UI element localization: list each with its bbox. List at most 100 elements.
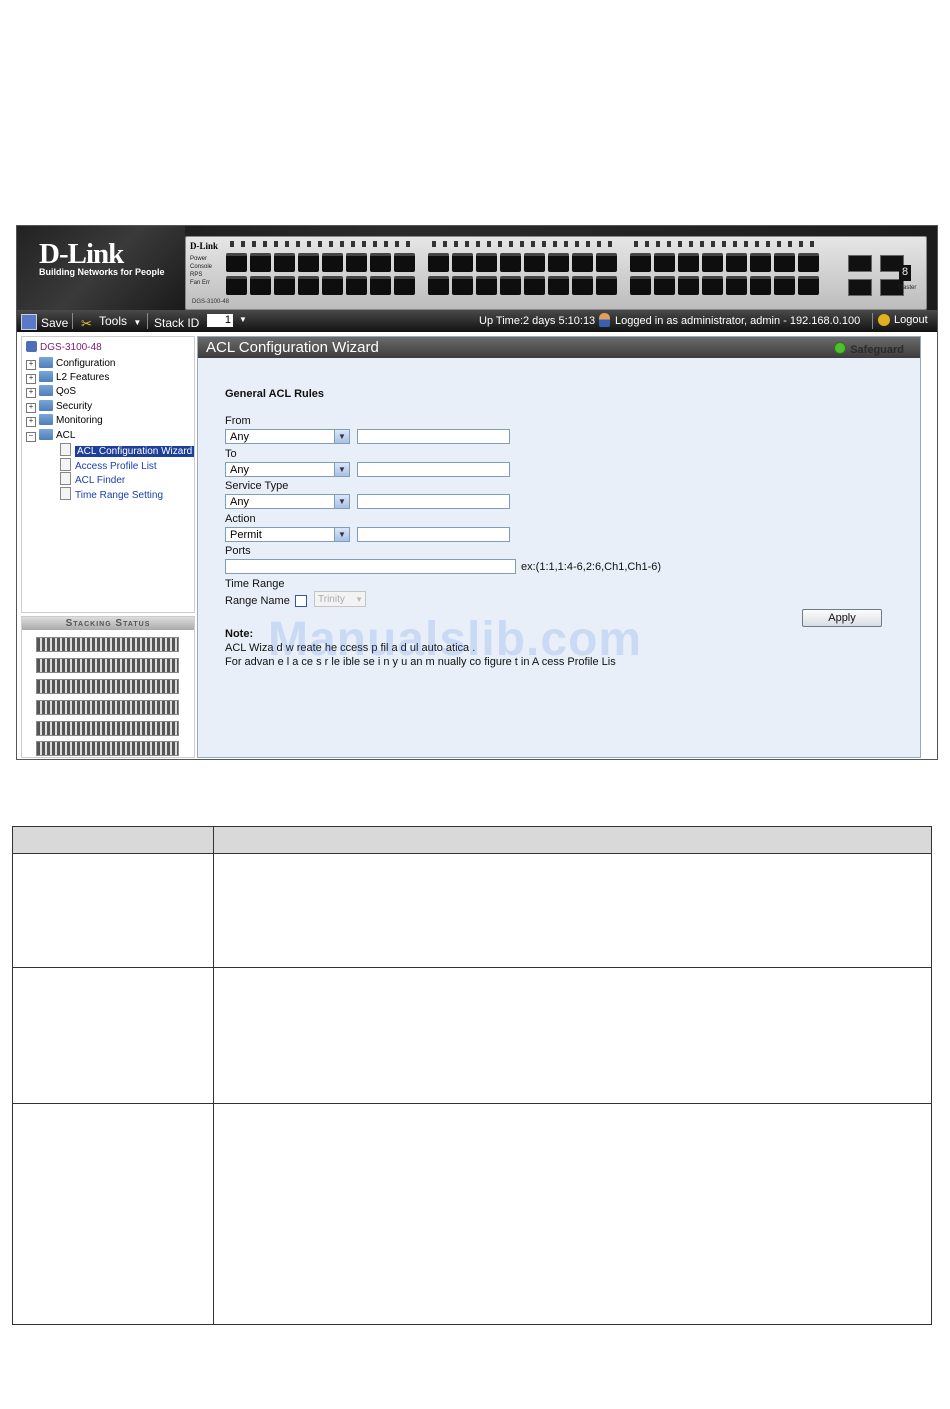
tree-folder-qos[interactable]: + QoS [26,385,76,398]
ethernet-port[interactable] [726,276,747,295]
service-type-input[interactable] [357,494,510,509]
stack-unit[interactable] [36,741,179,756]
expand-icon[interactable]: + [26,388,36,398]
ethernet-port[interactable] [370,253,391,272]
ethernet-port[interactable] [346,276,367,295]
action-input[interactable] [357,527,510,542]
ethernet-port[interactable] [654,276,675,295]
service-type-select[interactable]: Any ▼ [225,494,350,509]
ethernet-port[interactable] [678,253,699,272]
ports-input[interactable] [225,559,516,574]
chevron-down-icon[interactable]: ▼ [239,315,247,324]
tree-folder-monitoring[interactable]: + Monitoring [26,414,103,427]
tree-folder-l2-features[interactable]: + L2 Features [26,371,109,384]
ethernet-port[interactable] [226,253,247,272]
tree-item-acl-configuration-wizard[interactable]: ACL Configuration Wizard [60,443,195,457]
ethernet-port[interactable] [702,276,723,295]
range-name-select[interactable]: Trinity ▼ [314,591,366,607]
ethernet-port[interactable] [428,276,449,295]
ethernet-port[interactable] [274,276,295,295]
ethernet-port[interactable] [346,253,367,272]
expand-icon[interactable]: + [26,374,36,384]
ethernet-port[interactable] [370,276,391,295]
ethernet-port[interactable] [774,253,795,272]
ethernet-port[interactable] [250,276,271,295]
from-select[interactable]: Any ▼ [225,429,350,444]
ethernet-port[interactable] [322,253,343,272]
logout-button[interactable]: Logout [878,314,928,326]
save-button[interactable]: Save [21,314,68,330]
ethernet-port[interactable] [702,253,723,272]
ethernet-port[interactable] [798,276,819,295]
ethernet-port[interactable] [596,276,617,295]
to-input[interactable] [357,462,510,477]
chevron-down-icon[interactable]: ▼ [334,430,349,443]
to-select[interactable]: Any ▼ [225,462,350,477]
tree-folder-acl[interactable]: − ACL [26,429,75,442]
from-input[interactable] [357,429,510,444]
chevron-down-icon[interactable]: ▼ [334,495,349,508]
ethernet-port[interactable] [250,253,271,272]
ethernet-port[interactable] [394,276,415,295]
tree-item-label: ACL Configuration Wizard [75,446,195,457]
sfp-port-46[interactable] [848,279,872,296]
stack-id-select[interactable]: 1 [207,314,233,327]
ethernet-port[interactable] [630,253,651,272]
stack-unit[interactable] [36,721,179,736]
ethernet-port[interactable] [548,276,569,295]
ethernet-port[interactable] [524,253,545,272]
sfp-port-45[interactable] [848,255,872,272]
apply-button[interactable]: Apply [802,609,882,627]
tools-menu[interactable]: ✂ Tools ▼ [81,314,141,331]
tree-item-time-range-setting[interactable]: Time Range Setting [60,487,163,501]
ethernet-port[interactable] [322,276,343,295]
ethernet-port[interactable] [654,253,675,272]
device-front-panel[interactable]: D-Link Power Console RPS Fan Err DGS-310… [185,236,927,310]
ethernet-port[interactable] [572,276,593,295]
ethernet-port[interactable] [630,276,651,295]
stack-unit[interactable] [36,658,179,673]
expand-icon[interactable]: + [26,403,36,413]
chevron-down-icon[interactable]: ▼ [334,463,349,476]
stack-unit[interactable] [36,679,179,694]
tree-item-access-profile-list[interactable]: Access Profile List [60,458,157,472]
ethernet-port[interactable] [394,253,415,272]
ethernet-port[interactable] [798,253,819,272]
port-group-33-48[interactable] [630,253,819,295]
tree-root-device[interactable]: DGS-3100-48 [26,341,102,353]
ethernet-port[interactable] [678,276,699,295]
ethernet-port[interactable] [750,253,771,272]
tree-item-acl-finder[interactable]: ACL Finder [60,472,125,486]
ethernet-port[interactable] [428,253,449,272]
ethernet-port[interactable] [298,276,319,295]
tree-folder-security[interactable]: + Security [26,400,92,413]
ethernet-port[interactable] [750,276,771,295]
ethernet-port[interactable] [452,276,473,295]
safeguard-indicator[interactable]: Safeguard [834,340,904,361]
ethernet-port[interactable] [726,253,747,272]
ethernet-port[interactable] [476,276,497,295]
ethernet-port[interactable] [774,276,795,295]
action-select[interactable]: Permit ▼ [225,527,350,542]
ethernet-port[interactable] [452,253,473,272]
ethernet-port[interactable] [476,253,497,272]
ethernet-port[interactable] [274,253,295,272]
collapse-icon[interactable]: − [26,432,36,442]
expand-icon[interactable]: + [26,417,36,427]
ethernet-port[interactable] [548,253,569,272]
ethernet-port[interactable] [596,253,617,272]
ethernet-port[interactable] [500,276,521,295]
tree-folder-configuration[interactable]: + Configuration [26,357,115,370]
port-group-1-16[interactable] [226,253,415,295]
chevron-down-icon[interactable]: ▼ [334,528,349,541]
stack-unit[interactable] [36,637,179,652]
ethernet-port[interactable] [500,253,521,272]
ethernet-port[interactable] [524,276,545,295]
expand-icon[interactable]: + [26,360,36,370]
ethernet-port[interactable] [298,253,319,272]
port-group-17-32[interactable] [428,253,617,295]
ethernet-port[interactable] [572,253,593,272]
ethernet-port[interactable] [226,276,247,295]
stack-unit[interactable] [36,700,179,715]
range-name-checkbox[interactable] [295,595,307,607]
